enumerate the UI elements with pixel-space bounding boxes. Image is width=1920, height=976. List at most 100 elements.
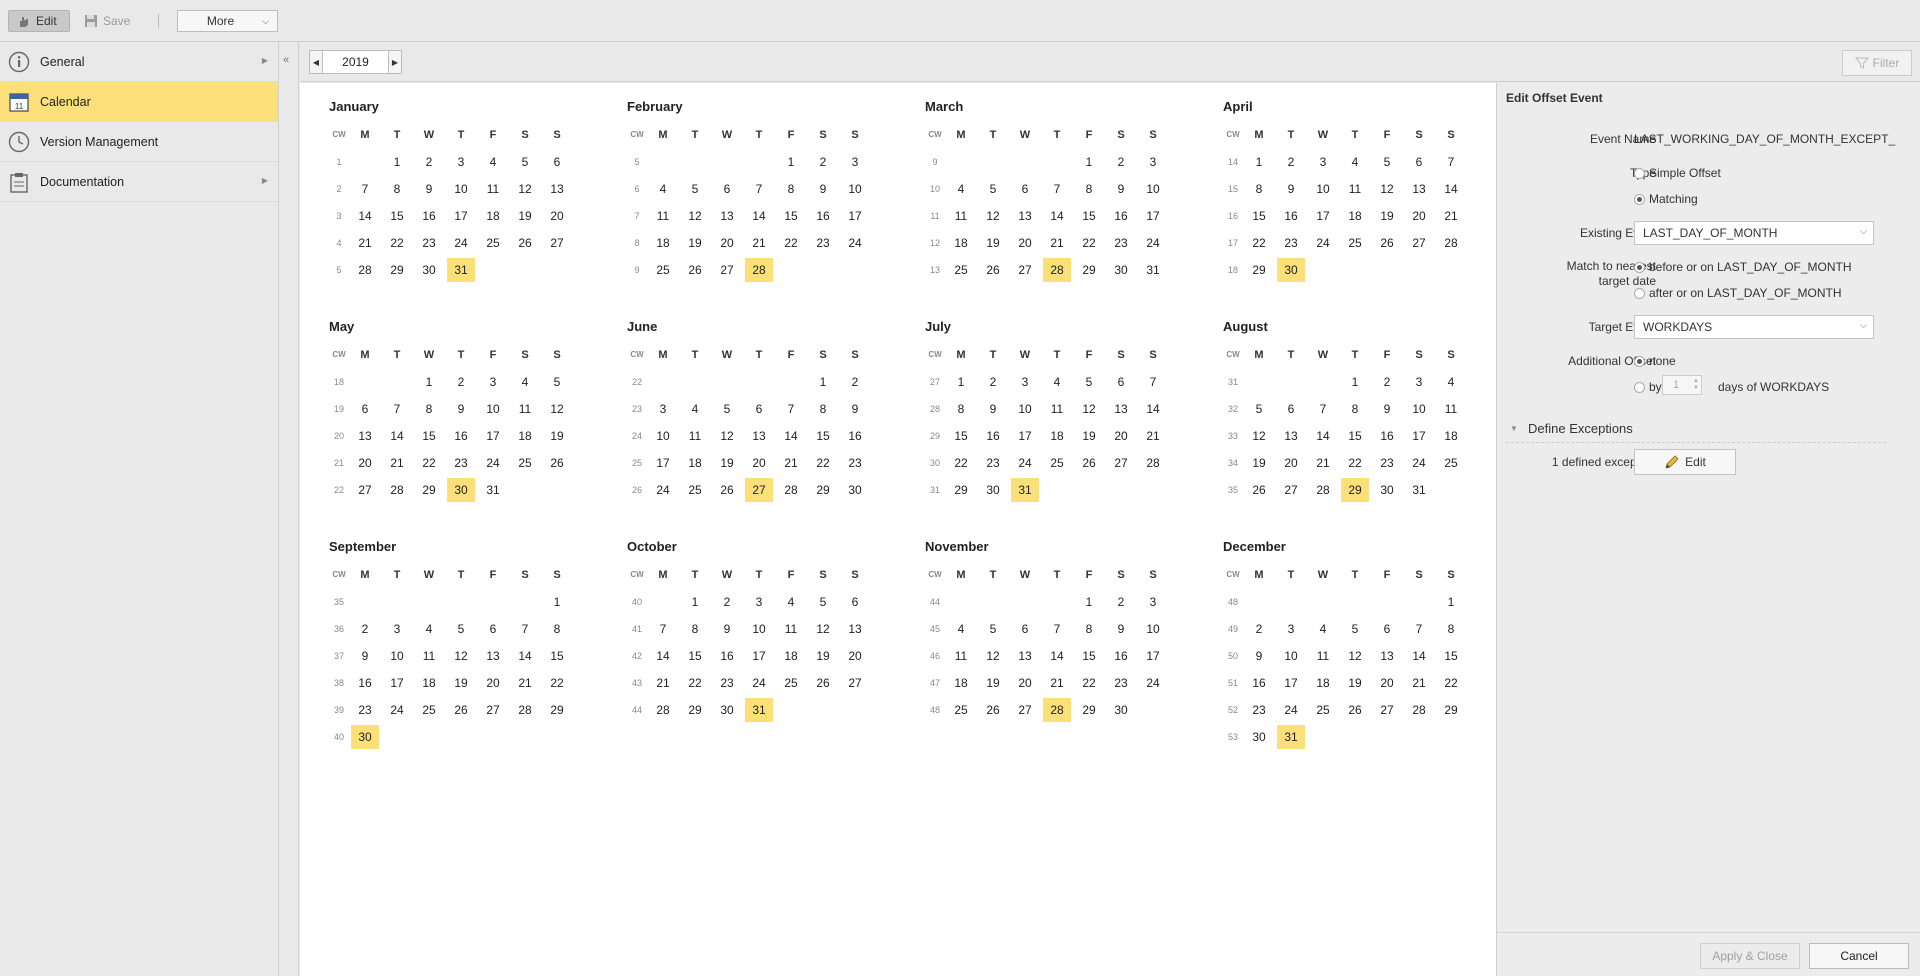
day-cell[interactable]: 14: [509, 642, 541, 669]
offset-days-stepper[interactable]: 1 ▲ ▼: [1662, 375, 1702, 395]
day-cell[interactable]: 5: [1073, 368, 1105, 395]
day-cell[interactable]: 7: [647, 615, 679, 642]
day-cell[interactable]: 3: [647, 395, 679, 422]
day-cell[interactable]: 25: [509, 449, 541, 476]
day-cell[interactable]: 13: [1275, 422, 1307, 449]
sidebar-collapse-bar[interactable]: «: [280, 42, 299, 976]
day-cell[interactable]: 19: [509, 202, 541, 229]
existing-event-select[interactable]: LAST_DAY_OF_MONTH ⌵: [1634, 221, 1874, 245]
cancel-button[interactable]: Cancel: [1809, 943, 1909, 969]
day-cell[interactable]: 24: [1009, 449, 1041, 476]
day-cell[interactable]: 21: [509, 669, 541, 696]
day-cell[interactable]: 6: [1009, 615, 1041, 642]
day-cell[interactable]: 12: [1073, 395, 1105, 422]
day-cell[interactable]: 3: [1275, 615, 1307, 642]
day-cell[interactable]: 1: [413, 368, 445, 395]
day-cell[interactable]: 30: [1243, 723, 1275, 750]
day-cell[interactable]: 11: [647, 202, 679, 229]
day-cell[interactable]: 20: [1009, 229, 1041, 256]
day-cell[interactable]: 6: [839, 588, 871, 615]
day-cell[interactable]: 7: [1435, 148, 1467, 175]
day-cell[interactable]: 4: [1339, 148, 1371, 175]
day-cell[interactable]: 13: [349, 422, 381, 449]
day-cell[interactable]: 23: [1371, 449, 1403, 476]
day-cell[interactable]: 28: [1137, 449, 1169, 476]
day-cell[interactable]: 17: [1307, 202, 1339, 229]
day-cell[interactable]: 23: [1105, 669, 1137, 696]
day-cell[interactable]: 31: [1009, 476, 1041, 503]
day-cell[interactable]: 16: [413, 202, 445, 229]
day-cell[interactable]: 2: [711, 588, 743, 615]
day-cell[interactable]: 4: [775, 588, 807, 615]
year-input[interactable]: 2019: [323, 50, 388, 74]
day-cell[interactable]: 27: [1403, 229, 1435, 256]
filter-button[interactable]: Filter: [1842, 50, 1912, 76]
day-cell[interactable]: 17: [445, 202, 477, 229]
day-cell[interactable]: 10: [1275, 642, 1307, 669]
day-cell[interactable]: 13: [839, 615, 871, 642]
day-cell[interactable]: 10: [381, 642, 413, 669]
type-option-matching[interactable]: Matching: [1634, 192, 1698, 206]
day-cell[interactable]: 2: [977, 368, 1009, 395]
day-cell[interactable]: 18: [1041, 422, 1073, 449]
collapse-left-icon[interactable]: «: [283, 54, 289, 66]
day-cell[interactable]: 3: [1009, 368, 1041, 395]
day-cell[interactable]: 9: [711, 615, 743, 642]
day-cell[interactable]: 17: [839, 202, 871, 229]
day-cell[interactable]: 9: [1105, 615, 1137, 642]
save-button[interactable]: Save: [82, 10, 142, 32]
day-cell[interactable]: 6: [711, 175, 743, 202]
day-cell[interactable]: 12: [541, 395, 573, 422]
day-cell[interactable]: 7: [381, 395, 413, 422]
day-cell[interactable]: 22: [679, 669, 711, 696]
day-cell[interactable]: 4: [413, 615, 445, 642]
day-cell[interactable]: 9: [349, 642, 381, 669]
day-cell[interactable]: 21: [1403, 669, 1435, 696]
day-cell[interactable]: 26: [445, 696, 477, 723]
day-cell[interactable]: 20: [1105, 422, 1137, 449]
day-cell[interactable]: 13: [477, 642, 509, 669]
day-cell[interactable]: 24: [1275, 696, 1307, 723]
day-cell[interactable]: 18: [945, 229, 977, 256]
day-cell[interactable]: 11: [1339, 175, 1371, 202]
day-cell[interactable]: 23: [1105, 229, 1137, 256]
day-cell[interactable]: 3: [381, 615, 413, 642]
day-cell[interactable]: 16: [1105, 642, 1137, 669]
day-cell[interactable]: 2: [1243, 615, 1275, 642]
day-cell[interactable]: 24: [445, 229, 477, 256]
day-cell[interactable]: 9: [839, 395, 871, 422]
day-cell[interactable]: 13: [1403, 175, 1435, 202]
day-cell[interactable]: 7: [349, 175, 381, 202]
day-cell[interactable]: 27: [477, 696, 509, 723]
day-cell[interactable]: 3: [477, 368, 509, 395]
day-cell[interactable]: 30: [349, 723, 381, 750]
day-cell[interactable]: 4: [945, 175, 977, 202]
day-cell[interactable]: 1: [1073, 148, 1105, 175]
day-cell[interactable]: 29: [1435, 696, 1467, 723]
day-cell[interactable]: 15: [413, 422, 445, 449]
day-cell[interactable]: 5: [807, 588, 839, 615]
day-cell[interactable]: 12: [679, 202, 711, 229]
day-cell[interactable]: 5: [445, 615, 477, 642]
day-cell[interactable]: 30: [711, 696, 743, 723]
day-cell[interactable]: 29: [1339, 476, 1371, 503]
day-cell[interactable]: 13: [1009, 642, 1041, 669]
day-cell[interactable]: 7: [509, 615, 541, 642]
day-cell[interactable]: 8: [807, 395, 839, 422]
day-cell[interactable]: 19: [977, 229, 1009, 256]
day-cell[interactable]: 19: [445, 669, 477, 696]
day-cell[interactable]: 12: [807, 615, 839, 642]
day-cell[interactable]: 25: [1435, 449, 1467, 476]
day-cell[interactable]: 15: [541, 642, 573, 669]
day-cell[interactable]: 9: [1275, 175, 1307, 202]
day-cell[interactable]: 13: [1009, 202, 1041, 229]
day-cell[interactable]: 4: [1307, 615, 1339, 642]
day-cell[interactable]: 2: [807, 148, 839, 175]
day-cell[interactable]: 21: [1307, 449, 1339, 476]
day-cell[interactable]: 17: [1275, 669, 1307, 696]
day-cell[interactable]: 1: [1435, 588, 1467, 615]
day-cell[interactable]: 9: [1371, 395, 1403, 422]
day-cell[interactable]: 12: [509, 175, 541, 202]
day-cell[interactable]: 21: [381, 449, 413, 476]
day-cell[interactable]: 16: [1275, 202, 1307, 229]
